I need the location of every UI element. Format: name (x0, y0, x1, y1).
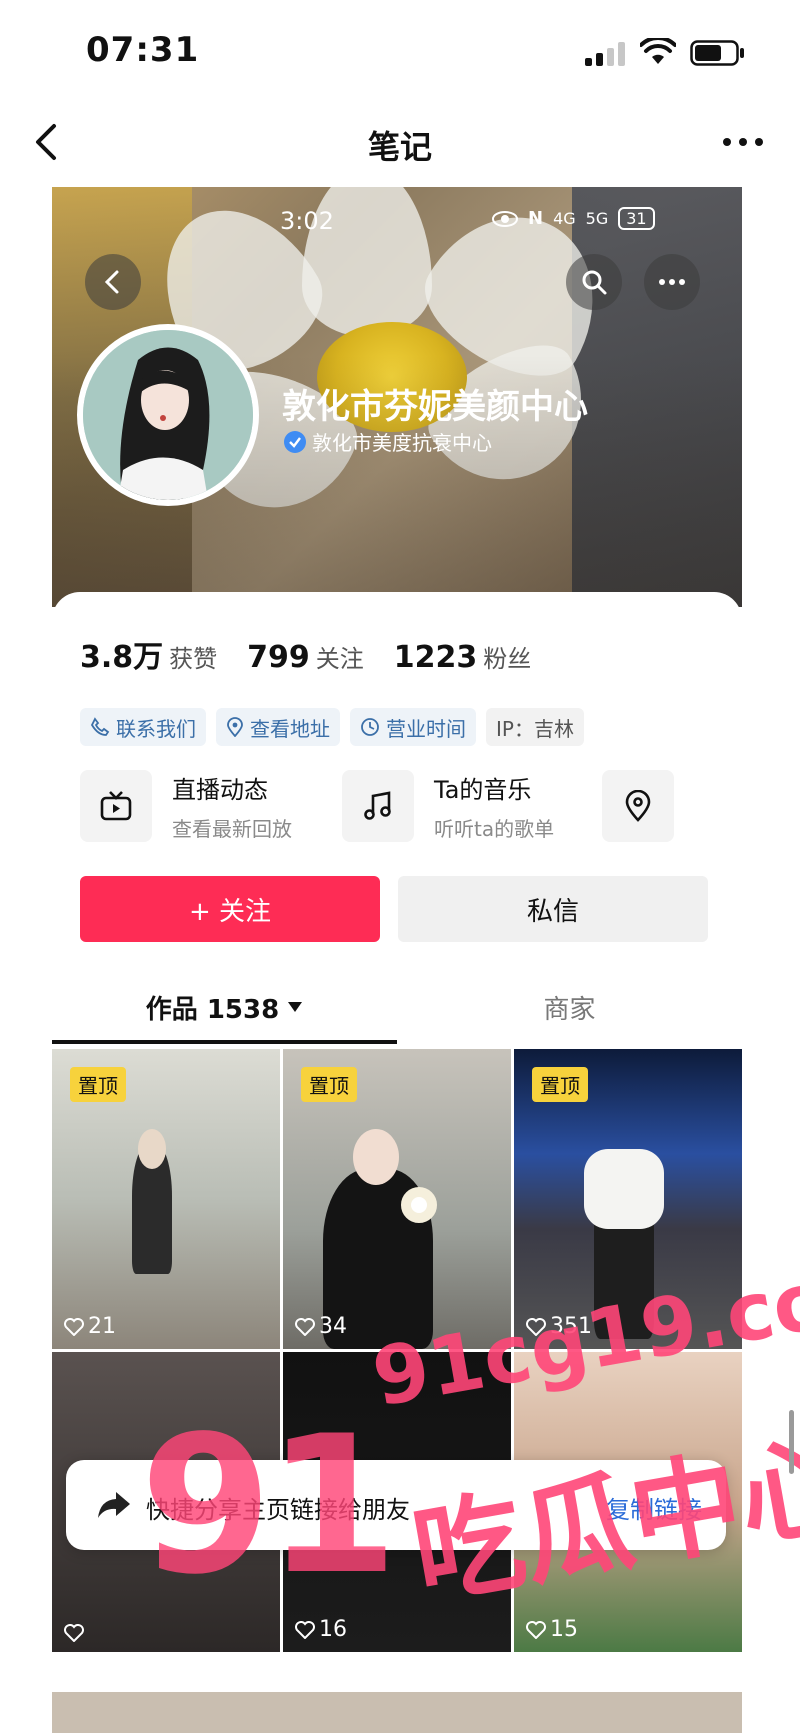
status-time: 07:31 (86, 30, 200, 70)
stat-followers-label: 粉丝 (483, 645, 532, 673)
stat-likes-value: 3.8万 (80, 640, 164, 675)
stat-followers[interactable]: 1223 粉丝 (394, 639, 532, 675)
post-likes-count: 15 (550, 1617, 578, 1642)
stat-followers-value: 1223 (393, 640, 478, 675)
stat-likes[interactable]: 3.8万 获赞 (80, 632, 217, 676)
verified-text: 敦化市美度抗衰中心 (312, 431, 492, 455)
pinned-badge: 置顶 (301, 1067, 357, 1102)
avatar[interactable] (77, 324, 259, 506)
music-icon (342, 770, 414, 842)
nfc-icon: N (528, 208, 544, 229)
eye-icon (492, 210, 518, 227)
tab-works[interactable]: 作品 1538 (52, 972, 397, 1042)
address-tag[interactable]: 查看地址 (216, 708, 340, 746)
stat-following-label: 关注 (315, 645, 364, 673)
more-icon[interactable] (718, 120, 768, 164)
post-card[interactable]: 置顶 34 (283, 1049, 511, 1349)
map-pin-icon (602, 770, 674, 842)
tab-merchant[interactable]: 商家 (397, 972, 742, 1042)
heart-icon (64, 1624, 84, 1642)
watermark-number: 91 (140, 1395, 398, 1616)
address-tag-label: 查看地址 (250, 716, 330, 741)
signal-icon (585, 42, 625, 66)
heart-icon (526, 1620, 546, 1639)
location-icon (227, 717, 243, 737)
hours-tag-label: 营业时间 (386, 716, 466, 741)
shop-name: 敦化市芬妮美颜中心 (282, 387, 588, 427)
status-bar: 07:31 (0, 0, 800, 100)
scrollbar[interactable] (789, 1410, 794, 1474)
post-likes: 21 (64, 1314, 116, 1339)
profile-more-button[interactable] (644, 254, 700, 310)
caret-down-icon (288, 1002, 303, 1012)
inner-status-icons: N 4G 5G 31 (492, 207, 655, 230)
tab-works-label: 作品 1538 (145, 994, 280, 1025)
inner-status-time: 3:02 (280, 207, 334, 235)
feature-live-title: 直播动态 (172, 776, 268, 804)
search-icon (582, 270, 607, 295)
feature-live[interactable]: 直播动态 查看最新回放 (80, 770, 292, 842)
ellipsis-icon (659, 279, 685, 285)
feature-location[interactable] (602, 770, 674, 842)
heart-icon (295, 1317, 315, 1336)
chevron-left-icon (104, 270, 119, 294)
stat-likes-label: 获赞 (169, 645, 218, 673)
phone-icon (90, 717, 110, 736)
profile-banner: 3:02 N 4G 5G 31 敦化市芬妮美颜中心 敦化市美度抗衰中心 (52, 187, 742, 607)
profile-tags: 联系我们 查看地址 营业时间 IP：吉林 (80, 708, 584, 746)
ip-tag: IP：吉林 (486, 708, 584, 746)
stat-following-value: 799 (247, 640, 310, 675)
follow-button[interactable]: + 关注 (80, 876, 380, 942)
tab-active-indicator (52, 1040, 397, 1044)
avatar-illustration (83, 330, 253, 500)
inner-battery: 31 (618, 207, 655, 230)
heart-icon (295, 1620, 315, 1639)
share-arrow-icon (98, 1492, 130, 1518)
feature-music[interactable]: Ta的音乐 听听ta的歌单 (342, 770, 554, 842)
stat-following[interactable]: 799 关注 (247, 639, 364, 675)
contact-tag[interactable]: 联系我们 (80, 708, 206, 746)
verified-badge-icon (284, 430, 306, 453)
post-likes-count: 34 (319, 1314, 347, 1339)
flower-sticker (401, 1187, 437, 1223)
profile-back-button[interactable] (85, 254, 141, 310)
post-likes-count: 21 (88, 1314, 116, 1339)
post-card[interactable]: 置顶 21 (52, 1049, 280, 1349)
post-likes (64, 1624, 88, 1642)
post-likes: 34 (295, 1314, 347, 1339)
next-row-preview (52, 1692, 742, 1733)
heart-icon (64, 1317, 84, 1336)
feature-music-title: Ta的音乐 (434, 776, 532, 804)
feature-live-subtitle: 查看最新回放 (172, 817, 292, 841)
nav-bar: 笔记 (0, 100, 800, 180)
hours-tag[interactable]: 营业时间 (350, 708, 476, 746)
wifi-icon (640, 38, 676, 64)
profile-search-button[interactable] (566, 254, 622, 310)
pinned-badge: 置顶 (70, 1067, 126, 1102)
post-likes-count: 16 (319, 1617, 347, 1642)
contact-tag-label: 联系我们 (116, 716, 196, 741)
message-button[interactable]: 私信 (398, 876, 708, 942)
network-4g-label: 4G (553, 209, 576, 228)
clock-icon (361, 718, 379, 736)
post-likes: 15 (526, 1617, 578, 1642)
tv-icon (80, 770, 152, 842)
profile-stats: 3.8万 获赞 799 关注 1223 粉丝 (80, 632, 531, 676)
feature-music-subtitle: 听听ta的歌单 (434, 817, 555, 841)
verified-label: 敦化市美度抗衰中心 (284, 427, 492, 456)
page-title: 笔记 (367, 128, 432, 166)
post-likes: 16 (295, 1617, 347, 1642)
battery-icon (690, 40, 744, 66)
network-5g-label: 5G (585, 209, 609, 228)
pinned-badge: 置顶 (532, 1067, 588, 1102)
